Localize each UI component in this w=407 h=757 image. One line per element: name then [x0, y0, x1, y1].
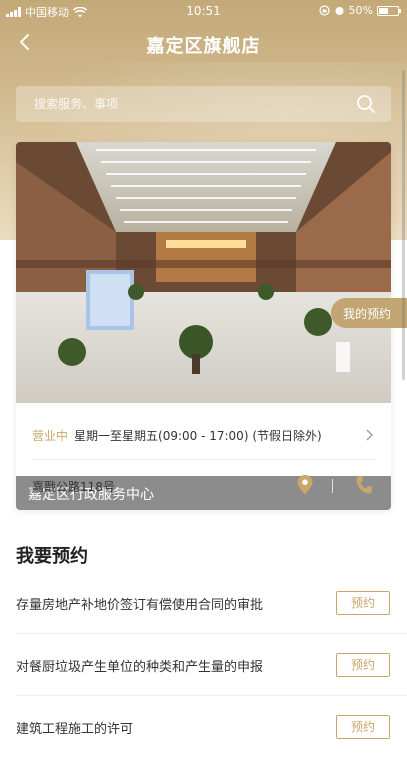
- status-bar: 中国移动 10:51 50%: [0, 0, 407, 24]
- page-title: 嘉定区旗舰店: [146, 36, 261, 57]
- list-item[interactable]: 存量房地产补地价签订有偿使用合同的审批 预约: [16, 572, 407, 634]
- divider: [32, 459, 375, 460]
- my-appointment-button[interactable]: 我的预约: [331, 298, 407, 328]
- book-button[interactable]: 预约: [336, 653, 390, 677]
- appointment-name: 建筑工程施工的许可: [16, 722, 134, 737]
- search-bar[interactable]: [16, 86, 391, 122]
- search-icon[interactable]: [355, 93, 377, 115]
- appointment-list: 存量房地产补地价签订有偿使用合同的审批 预约 对餐厨垃圾产生单位的种类和产生量的…: [0, 572, 407, 757]
- section-title: 我要预约: [16, 546, 88, 567]
- address-row: 嘉戬公路118号: [32, 475, 375, 497]
- appointment-name: 对餐厨垃圾产生单位的种类和产生量的申报: [16, 660, 264, 675]
- nav-bar: 嘉定区旗舰店: [0, 24, 407, 62]
- list-item[interactable]: 建筑工程施工的许可 预约: [16, 696, 407, 757]
- search-input[interactable]: [34, 95, 334, 113]
- service-center-card[interactable]: 嘉定区行政服务中心 营业中 星期一至星期五(09:00 - 17:00) (节假…: [16, 142, 391, 510]
- open-status: 营业中: [32, 428, 69, 443]
- address: 嘉戬公路118号: [32, 480, 115, 494]
- book-button[interactable]: 预约: [336, 715, 390, 739]
- service-center-photo: [16, 142, 391, 403]
- appointment-name: 存量房地产补地价签订有偿使用合同的审批: [16, 598, 264, 613]
- alarm-icon: [335, 7, 344, 15]
- list-item[interactable]: 对餐厨垃圾产生单位的种类和产生量的申报 预约: [16, 634, 407, 696]
- phone-icon[interactable]: [355, 475, 373, 495]
- icon-separator: [332, 479, 333, 493]
- status-right: 50%: [318, 4, 401, 17]
- chevron-right-icon[interactable]: [363, 428, 375, 442]
- business-hours-row[interactable]: 营业中 星期一至星期五(09:00 - 17:00) (节假日除外): [32, 424, 375, 446]
- lock-rotation-icon: [318, 5, 330, 16]
- location-pin-icon[interactable]: [297, 475, 313, 495]
- battery-icon: [377, 5, 401, 16]
- book-button[interactable]: 预约: [336, 591, 390, 615]
- battery-percent: 50%: [348, 4, 373, 17]
- scrollbar[interactable]: [402, 70, 405, 380]
- business-hours: 星期一至星期五(09:00 - 17:00) (节假日除外): [74, 428, 322, 443]
